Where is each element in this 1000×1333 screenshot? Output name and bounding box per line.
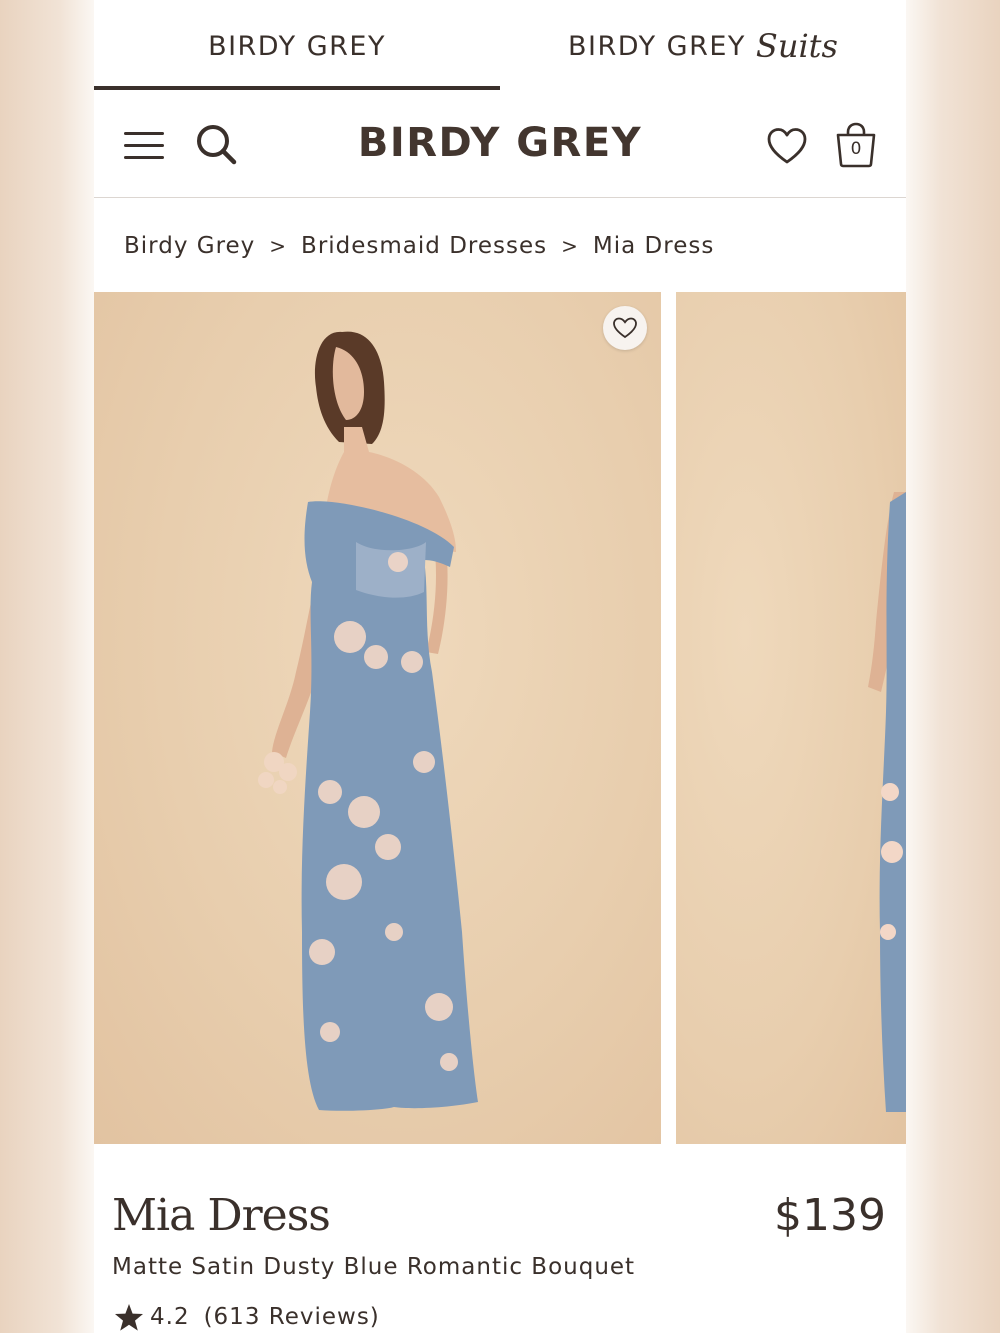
site-header: BIRDY GREY 0 (94, 92, 906, 198)
model-photo-partial (868, 492, 906, 1112)
breadcrumb-item-bridesmaid-dresses[interactable]: Bridesmaid Dresses (301, 233, 547, 259)
tab-suits-script: Suits (755, 27, 838, 65)
rating-value: 4.2 (150, 1304, 190, 1330)
tab-suits-label: BIRDY GREY (568, 30, 746, 62)
model-photo (258, 331, 478, 1111)
breadcrumb: Birdy Grey > Bridesmaid Dresses > Mia Dr… (124, 228, 714, 264)
star-icon (115, 1304, 143, 1331)
tab-birdy-grey[interactable]: BIRDY GREY (94, 0, 500, 92)
product-price: $139 (774, 1190, 886, 1241)
product-image-next[interactable] (676, 292, 906, 1144)
add-to-wishlist-button[interactable] (603, 306, 647, 350)
product-name: Mia Dress (112, 1190, 331, 1241)
tab-birdy-grey-label: BIRDY GREY (208, 30, 386, 62)
breadcrumb-item-mia-dress: Mia Dress (592, 233, 715, 259)
active-tab-indicator (94, 86, 500, 90)
product-variant: Matte Satin Dusty Blue Romantic Bouquet (112, 1254, 636, 1280)
page-frame: BIRDY GREY BIRDY GREY Suits BIRDY GREY 0… (94, 0, 906, 1333)
product-image-main[interactable] (94, 292, 661, 1144)
cart-count-badge: 0 (850, 139, 862, 159)
product-image-gallery[interactable] (94, 292, 906, 1144)
reviews-link[interactable]: (613 Reviews) (204, 1304, 380, 1330)
site-logo-text: BIRDY GREY (357, 120, 643, 166)
breadcrumb-separator: > (561, 234, 579, 258)
shopping-bag-icon[interactable]: 0 (834, 122, 878, 168)
heart-outline-icon (613, 317, 637, 339)
breadcrumb-item-birdy-grey[interactable]: Birdy Grey (124, 233, 255, 259)
heart-icon[interactable] (766, 126, 808, 166)
product-rating: 4.2 (613 Reviews) (114, 1303, 380, 1331)
breadcrumb-separator: > (269, 234, 288, 258)
tab-birdy-grey-suits[interactable]: BIRDY GREY Suits (500, 0, 906, 92)
brand-tabs: BIRDY GREY BIRDY GREY Suits (94, 0, 906, 92)
